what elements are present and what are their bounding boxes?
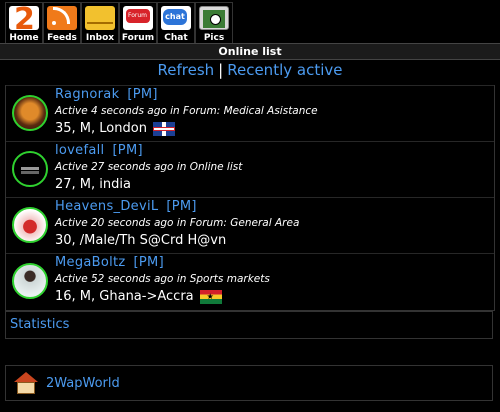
2wapworld-link[interactable]: 2WapWorld [46, 376, 120, 391]
pm-link[interactable]: [PM] [134, 255, 164, 270]
user-name-link[interactable]: Heavens_DeviL [55, 199, 158, 214]
uk-flag-icon [152, 121, 175, 136]
nav-chat[interactable]: Chat [157, 2, 195, 44]
user-name-link[interactable]: MegaBoltz [55, 255, 126, 270]
nav-inbox[interactable]: Inbox [81, 2, 119, 44]
envelope-icon [85, 6, 115, 30]
top-nav: Home Feeds Inbox Forum Chat Pics [5, 2, 495, 44]
nav-feeds-label: Feeds [47, 33, 77, 43]
user-info: 30, /Male/Th S@Crd H@vn [55, 233, 227, 248]
nav-inbox-label: Inbox [85, 33, 115, 43]
rss-feed-icon [47, 6, 77, 30]
user-activity: Active 52 seconds ago in Sports markets [55, 273, 270, 285]
list-links: Refresh | Recently active [0, 58, 500, 82]
user-name-link[interactable]: Ragnorak [55, 87, 119, 102]
nav-home[interactable]: Home [5, 2, 43, 44]
nav-forum[interactable]: Forum [119, 2, 157, 44]
pm-link[interactable]: [PM] [112, 143, 142, 158]
user-row: lovefall [PM] Active 27 seconds ago in On… [6, 141, 494, 197]
picture-icon [199, 6, 229, 30]
home-2-icon [9, 2, 39, 37]
statistics-link[interactable]: Statistics [10, 317, 69, 332]
refresh-link[interactable]: Refresh [158, 61, 215, 79]
avatar[interactable] [12, 151, 48, 187]
user-name-link[interactable]: lovefall [55, 143, 104, 158]
recently-active-link[interactable]: Recently active [227, 61, 342, 79]
user-info: 35, M, London [55, 121, 147, 136]
user-row: Ragnorak [PM] Active 4 seconds ago in For… [6, 85, 494, 141]
user-row: MegaBoltz [PM] Active 52 seconds ago in S… [6, 253, 494, 309]
user-info: 27, M, india [55, 177, 131, 192]
nav-feeds[interactable]: Feeds [43, 2, 81, 44]
online-user-list: Ragnorak [PM] Active 4 seconds ago in For… [5, 85, 495, 311]
avatar[interactable] [12, 207, 48, 243]
pm-link[interactable]: [PM] [127, 87, 157, 102]
user-info: 16, M, Ghana->Accra [55, 289, 194, 304]
avatar[interactable] [12, 95, 48, 131]
forum-icon [123, 6, 153, 30]
statistics-box: Statistics [5, 311, 493, 339]
link-separator: | [218, 61, 224, 79]
chat-bubble-icon [161, 6, 191, 30]
nav-chat-label: Chat [164, 33, 188, 43]
user-activity: Active 4 seconds ago in Forum: Medical A… [55, 105, 318, 117]
footer-box: 2WapWorld [5, 365, 493, 401]
nav-pics[interactable]: Pics [195, 2, 233, 44]
pm-link[interactable]: [PM] [166, 199, 196, 214]
ghana-flag-icon [199, 289, 222, 304]
nav-pics-label: Pics [203, 33, 225, 43]
house-icon [14, 372, 38, 394]
user-activity: Active 27 seconds ago in Online list [55, 161, 243, 173]
user-activity: Active 20 seconds ago in Forum: General … [55, 217, 300, 229]
user-row: Heavens_DeviL [PM] Active 20 seconds ago … [6, 197, 494, 253]
nav-forum-label: Forum [121, 33, 155, 43]
avatar[interactable] [12, 263, 48, 299]
